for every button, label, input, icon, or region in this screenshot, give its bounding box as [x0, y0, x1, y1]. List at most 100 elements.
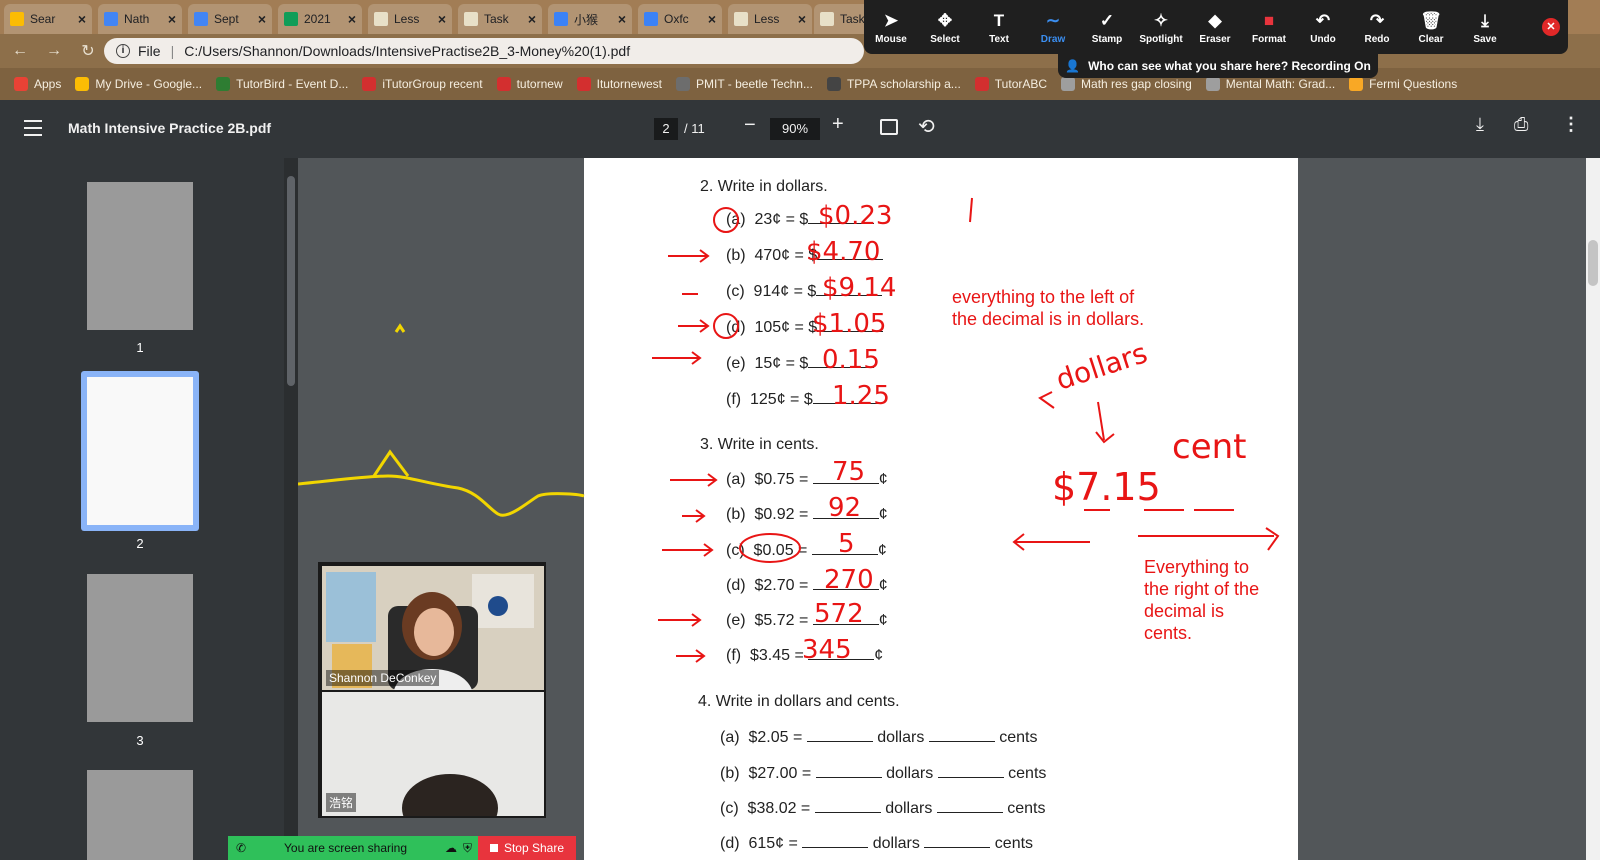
tool-select[interactable]: ✥ Select [918, 10, 972, 45]
tutorbird-icon [216, 77, 231, 91]
close-icon[interactable]: × [258, 11, 266, 27]
task-favicon-icon [820, 12, 834, 26]
arrow-mark [670, 473, 718, 487]
decimal-diagram-amount: $7.15 [1052, 465, 1161, 509]
bookmark-item[interactable]: TutorBird - Event D... [216, 77, 348, 91]
menu-icon[interactable] [24, 120, 42, 136]
tool-redo[interactable]: ↷ Redo [1350, 10, 1404, 45]
stop-share-button[interactable]: Stop Share [478, 836, 576, 860]
task-favicon-icon [464, 12, 478, 26]
bookmark-apps[interactable]: Apps [14, 77, 61, 91]
reload-icon[interactable]: ↻ [74, 41, 102, 61]
browser-tab[interactable]: Oxfc × [638, 4, 722, 34]
wall-poster [326, 572, 376, 642]
arrow-mark [1038, 391, 1055, 409]
browser-tab[interactable]: Task [814, 4, 870, 34]
word-cent-handwritten: cent [1172, 427, 1247, 467]
page-number-input[interactable]: 2 [654, 118, 678, 140]
stamp-check-icon: ✓ [1099, 11, 1115, 30]
tool-undo[interactable]: ↶ Undo [1296, 10, 1350, 45]
video-tile-student[interactable]: 浩铭 [322, 692, 544, 816]
close-icon[interactable]: × [708, 11, 716, 27]
tool-clear[interactable]: 🗑 Clear [1404, 10, 1458, 45]
video-tile-teacher[interactable]: Shannon DeConkey [322, 566, 544, 690]
tool-eraser[interactable]: ◆ Eraser [1188, 10, 1242, 45]
page-thumbnail-4[interactable] [87, 770, 193, 860]
close-icon[interactable]: × [618, 11, 626, 27]
page-total: / 11 [684, 121, 705, 136]
forward-arrow-icon[interactable]: → [40, 42, 68, 60]
close-icon[interactable]: × [798, 11, 806, 27]
address-bar[interactable]: i File | C:/Users/Shannon/Downloads/Inte… [104, 38, 864, 64]
close-icon[interactable]: × [78, 11, 86, 27]
back-arrow-icon[interactable]: ← [6, 42, 34, 60]
thumbnail-label: 2 [136, 536, 144, 551]
globe-icon [1061, 77, 1076, 91]
meeting-video-panel[interactable]: Shannon DeConkey 浩铭 [318, 562, 546, 818]
browser-tab[interactable]: Nath × [98, 4, 182, 34]
sidebar-scroll-thumb[interactable] [287, 176, 295, 386]
browser-tab[interactable]: Sept × [188, 4, 272, 34]
stop-icon [489, 844, 498, 852]
browser-tab[interactable]: 2021 × [278, 4, 362, 34]
fit-to-page-icon[interactable] [880, 119, 898, 135]
close-icon[interactable]: × [168, 11, 176, 27]
tool-text[interactable]: T Text [972, 10, 1026, 45]
word-dollars-handwritten: dollars [1052, 336, 1151, 396]
google-search-favicon-icon [10, 12, 24, 26]
info-icon[interactable]: i [116, 44, 130, 58]
close-icon[interactable]: × [348, 11, 356, 27]
more-options-icon[interactable]: ⋮ [1562, 114, 1580, 135]
bookmark-item[interactable]: Itutornewest [576, 77, 662, 91]
thumbnail-sidebar: 1 2 3 [0, 158, 284, 860]
tool-save[interactable]: ⤓ Save [1458, 10, 1512, 45]
browser-tab[interactable]: Task × [458, 4, 542, 34]
print-icon[interactable]: ⎙ [1514, 114, 1528, 135]
bookmark-item[interactable]: TutorABC [974, 77, 1047, 91]
browser-tab[interactable]: Less × [728, 4, 812, 34]
bookmark-item[interactable]: Math res gap closing [1061, 77, 1192, 91]
tool-format[interactable]: ■ Format [1242, 10, 1296, 45]
redo-icon: ↷ [1369, 11, 1385, 30]
google-docs-favicon-icon [104, 12, 118, 26]
spotlight-icon: ✧ [1153, 11, 1169, 30]
share-visibility-notice[interactable]: 👤 Who can see what you share here? Recor… [1058, 54, 1378, 78]
viewer-scroll-thumb[interactable] [1588, 240, 1598, 286]
tool-mouse[interactable]: ➤ Mouse [864, 10, 918, 45]
bookmark-item[interactable]: PMIT - beetle Techn... [676, 77, 813, 91]
eraser-icon: ◆ [1208, 11, 1222, 30]
zoom-level-input[interactable]: 90% [770, 118, 820, 140]
zoom-in-icon[interactable]: + [832, 113, 844, 136]
close-icon[interactable]: × [528, 11, 536, 27]
tool-stamp[interactable]: ✓ Stamp [1080, 10, 1134, 45]
q3-answer-c: 5 [838, 529, 855, 559]
browser-tab[interactable]: Sear × [4, 4, 92, 34]
cloud-icon: ☁ [444, 841, 457, 855]
zoom-out-icon[interactable]: − [744, 114, 756, 137]
bookmark-item[interactable]: My Drive - Google... [75, 77, 202, 91]
person-icon: 👤 [1065, 59, 1081, 73]
bookmark-item[interactable]: tutornew [496, 77, 563, 91]
close-icon[interactable]: × [438, 11, 446, 27]
bookmark-item[interactable]: Fermi Questions [1349, 77, 1457, 91]
page-thumbnail-2[interactable] [87, 377, 193, 525]
q3-answer-a: 75 [832, 457, 865, 487]
tool-spotlight[interactable]: ✧ Spotlight [1134, 10, 1188, 45]
bookmark-item[interactable]: iTutorGroup recent [362, 77, 483, 91]
thumbnail-label: 3 [136, 733, 144, 748]
close-annotation-button[interactable]: ✕ [1542, 18, 1560, 36]
browser-tab[interactable]: Less × [368, 4, 452, 34]
rotate-icon[interactable]: ⟲ [918, 114, 935, 139]
left-arrow-mark [1012, 533, 1090, 551]
download-icon[interactable]: ⤓ [1476, 114, 1484, 135]
share-status[interactable]: ✆ You are screen sharing ☁ ⛨ [228, 836, 478, 860]
page-thumbnail-1[interactable] [87, 182, 193, 330]
lesson-favicon-icon [734, 12, 748, 26]
annotation-toolbar: ➤ Mouse ✥ Select T Text ∼ Draw ✓ Stamp ✧ Spotl… [864, 0, 1568, 54]
circle-mark-a [713, 207, 739, 233]
page-thumbnail-3[interactable] [87, 574, 193, 722]
tool-draw[interactable]: ∼ Draw [1026, 10, 1080, 45]
bookmark-item[interactable]: Mental Math: Grad... [1205, 77, 1335, 91]
browser-tab[interactable]: 小猴 × [548, 4, 632, 34]
bookmark-item[interactable]: TPPA scholarship a... [826, 77, 961, 91]
